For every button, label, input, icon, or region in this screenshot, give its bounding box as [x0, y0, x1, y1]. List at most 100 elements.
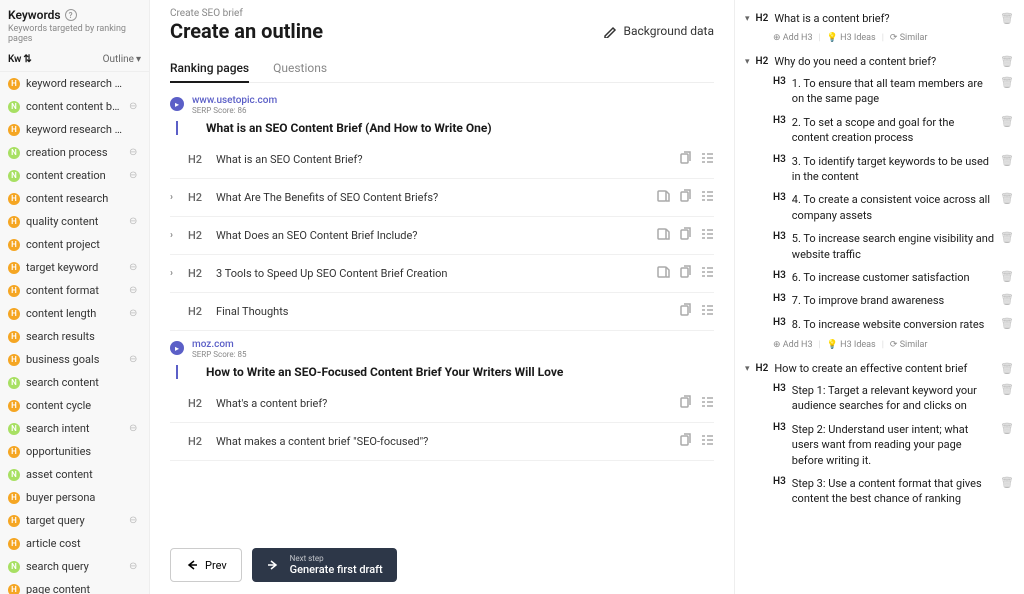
delete-icon[interactable]: 🗑: [1000, 270, 1014, 285]
delete-icon[interactable]: 🗑: [1000, 154, 1014, 185]
add-h3-button[interactable]: ⊕ Add H3: [773, 340, 813, 350]
heading-row[interactable]: ›H2What Does an SEO Content Brief Includ…: [170, 217, 714, 255]
remove-icon[interactable]: ⊖: [129, 101, 141, 112]
outline-icon[interactable]: [700, 151, 714, 168]
chevron-icon[interactable]: ›: [170, 192, 180, 203]
prev-button[interactable]: Prev: [170, 548, 242, 582]
delete-icon[interactable]: 🗑: [1000, 383, 1014, 414]
heading-row[interactable]: H2What is an SEO Content Brief?: [170, 141, 714, 179]
delete-icon[interactable]: 🗑: [1000, 476, 1014, 507]
help-icon[interactable]: ?: [65, 9, 77, 21]
copy-icon[interactable]: [678, 433, 692, 450]
keyword-item[interactable]: Hcontent format⊖: [0, 279, 149, 302]
delete-icon[interactable]: 🗑: [1000, 12, 1014, 25]
outline-icon[interactable]: [700, 227, 714, 244]
copy-icon[interactable]: [678, 265, 692, 282]
outline-h3[interactable]: H33. To identify target keywords to be u…: [745, 150, 1014, 189]
outline-h3[interactable]: H32. To set a scope and goal for the con…: [745, 111, 1014, 150]
chevron-down-icon[interactable]: ▾: [745, 14, 750, 24]
copy-icon[interactable]: [678, 303, 692, 320]
delete-icon[interactable]: 🗑: [1000, 55, 1014, 68]
outline-h3[interactable]: H3Step 1: Target a relevant keyword your…: [745, 379, 1014, 418]
keyword-item[interactable]: Hcontent cycle: [0, 394, 149, 417]
view-outline[interactable]: Outline ▾: [103, 54, 141, 65]
background-data-button[interactable]: Background data: [603, 24, 714, 38]
outline-icon[interactable]: [700, 265, 714, 282]
copy-icon[interactable]: [678, 151, 692, 168]
keyword-item[interactable]: Hbusiness goals⊖: [0, 348, 149, 371]
outline-h3[interactable]: H3Step 2: Understand user intent; what u…: [745, 418, 1014, 472]
keyword-item[interactable]: Hquality content⊖: [0, 210, 149, 233]
keyword-item[interactable]: Ncreation process⊖: [0, 141, 149, 164]
remove-icon[interactable]: ⊖: [129, 216, 141, 227]
heading-row[interactable]: H2What's a content brief?: [170, 385, 714, 423]
serp-url[interactable]: moz.com: [192, 339, 247, 350]
copy-icon[interactable]: [678, 395, 692, 412]
delete-icon[interactable]: 🗑: [1000, 115, 1014, 146]
outline-h2[interactable]: ▾H2Why do you need a content brief?🗑: [745, 51, 1014, 72]
remove-icon[interactable]: ⊖: [129, 561, 141, 572]
delete-icon[interactable]: 🗑: [1000, 76, 1014, 107]
outline-h3[interactable]: H37. To improve brand awareness🗑: [745, 289, 1014, 312]
keyword-item[interactable]: Hcontent research: [0, 187, 149, 210]
delete-icon[interactable]: 🗑: [1000, 293, 1014, 308]
remove-icon[interactable]: ⊖: [129, 354, 141, 365]
outline-h3[interactable]: H3Step 3: Use a content format that give…: [745, 472, 1014, 511]
remove-icon[interactable]: ⊖: [129, 515, 141, 526]
remove-icon[interactable]: ⊖: [129, 170, 141, 181]
doc-icon[interactable]: [656, 265, 670, 282]
remove-icon[interactable]: ⊖: [129, 423, 141, 434]
keyword-item[interactable]: Ncontent creation⊖: [0, 164, 149, 187]
chevron-icon[interactable]: ›: [170, 230, 180, 241]
tab-questions[interactable]: Questions: [273, 55, 327, 82]
delete-icon[interactable]: 🗑: [1000, 192, 1014, 223]
remove-icon[interactable]: ⊖: [129, 262, 141, 273]
copy-icon[interactable]: [678, 227, 692, 244]
heading-row[interactable]: ›H2What Are The Benefits of SEO Content …: [170, 179, 714, 217]
doc-icon[interactable]: [656, 227, 670, 244]
keyword-item[interactable]: Harticle cost: [0, 532, 149, 555]
keyword-item[interactable]: Hpage content: [0, 578, 149, 594]
chevron-icon[interactable]: ›: [170, 268, 180, 279]
keyword-item[interactable]: Nsearch query⊖: [0, 555, 149, 578]
keyword-item[interactable]: Hcontent length⊖: [0, 302, 149, 325]
keyword-item[interactable]: Hbuyer persona: [0, 486, 149, 509]
keyword-item[interactable]: Hkeyword research guide: [0, 118, 149, 141]
heading-row[interactable]: H2Final Thoughts: [170, 293, 714, 331]
outline-icon[interactable]: [700, 395, 714, 412]
delete-icon[interactable]: 🗑: [1000, 231, 1014, 262]
remove-icon[interactable]: ⊖: [129, 285, 141, 296]
outline-h3[interactable]: H36. To increase customer satisfaction🗑: [745, 266, 1014, 289]
keyword-item[interactable]: Htarget query⊖: [0, 509, 149, 532]
outline-icon[interactable]: [700, 189, 714, 206]
outline-h2[interactable]: ▾H2How to create an effective content br…: [745, 358, 1014, 379]
similar-button[interactable]: ⟳ Similar: [890, 33, 928, 43]
keyword-item[interactable]: Hsearch results: [0, 325, 149, 348]
next-button[interactable]: Next step Generate first draft: [252, 548, 397, 582]
keyword-item[interactable]: Hopportunities: [0, 440, 149, 463]
outline-h3[interactable]: H34. To create a consistent voice across…: [745, 188, 1014, 227]
delete-icon[interactable]: 🗑: [1000, 362, 1014, 375]
remove-icon[interactable]: ⊖: [129, 308, 141, 319]
outline-h3[interactable]: H35. To increase search engine visibilit…: [745, 227, 1014, 266]
outline-icon[interactable]: [700, 433, 714, 450]
similar-button[interactable]: ⟳ Similar: [890, 340, 928, 350]
heading-row[interactable]: ›H23 Tools to Speed Up SEO Content Brief…: [170, 255, 714, 293]
sort-kw[interactable]: Kw ⇅: [8, 54, 32, 65]
doc-icon[interactable]: [656, 189, 670, 206]
keyword-item[interactable]: Nasset content: [0, 463, 149, 486]
outline-h3[interactable]: H38. To increase website conversion rate…: [745, 313, 1014, 336]
h3-ideas-button[interactable]: 💡 H3 Ideas: [827, 33, 876, 43]
keyword-item[interactable]: Ncontent content briefs⊖: [0, 95, 149, 118]
remove-icon[interactable]: ⊖: [129, 147, 141, 158]
add-h3-button[interactable]: ⊕ Add H3: [773, 33, 813, 43]
heading-row[interactable]: H2What makes a content brief "SEO-focuse…: [170, 423, 714, 461]
keyword-item[interactable]: Nsearch content: [0, 371, 149, 394]
keyword-item[interactable]: Htarget keyword⊖: [0, 256, 149, 279]
keyword-item[interactable]: Hkeyword research process: [0, 72, 149, 95]
serp-url[interactable]: www.usetopic.com: [192, 95, 277, 106]
keyword-item[interactable]: Nsearch intent⊖: [0, 417, 149, 440]
h3-ideas-button[interactable]: 💡 H3 Ideas: [827, 340, 876, 350]
outline-h2[interactable]: ▾H2What is a content brief?🗑: [745, 8, 1014, 29]
chevron-down-icon[interactable]: ▾: [745, 57, 750, 67]
